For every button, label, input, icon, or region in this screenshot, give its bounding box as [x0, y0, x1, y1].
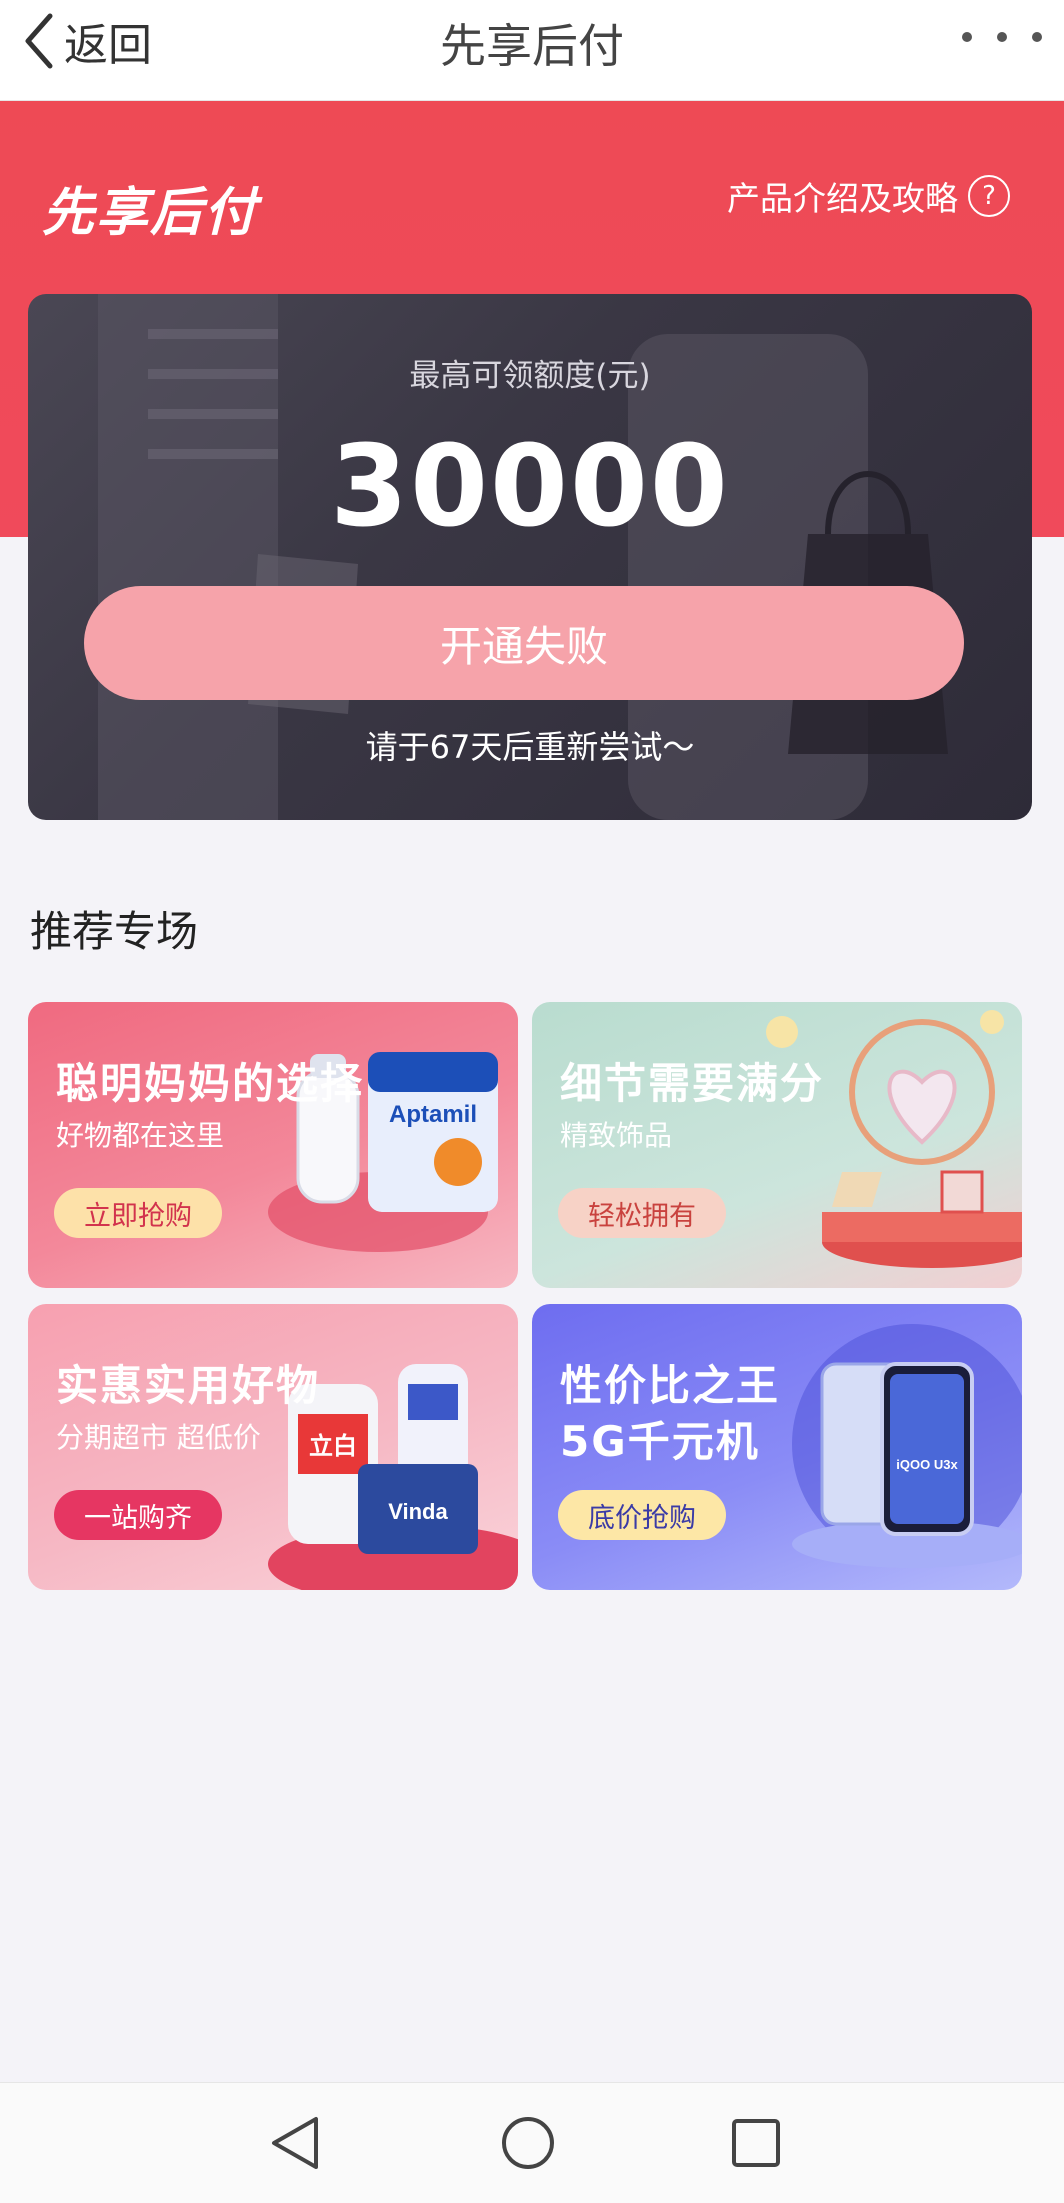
promo-title: 细节需要满分: [560, 1059, 825, 1108]
credit-limit-amount: 30000: [330, 422, 730, 552]
svg-text:Vinda: Vinda: [388, 1499, 448, 1524]
promo-card-jewelry[interactable]: 细节需要满分 精致饰品 轻松拥有: [532, 1002, 1022, 1288]
section-title: 推荐专场: [30, 907, 199, 956]
home-circle-icon[interactable]: [498, 2113, 558, 2173]
promo-title-line2: 5G千元机: [560, 1417, 760, 1466]
question-circle-icon: ?: [968, 175, 1010, 217]
product-guide-link[interactable]: 产品介绍及攻略 ?: [727, 172, 1010, 220]
smartphone-illustration: iQOO U3x: [792, 1324, 1022, 1568]
top-app-bar: 返回 先享后付: [0, 0, 1064, 101]
recents-square-icon[interactable]: [726, 2113, 786, 2173]
promo-buy-button[interactable]: 底价抢购: [558, 1490, 726, 1540]
svg-text:立白: 立白: [309, 1432, 357, 1460]
promo-buy-button[interactable]: 一站购齐: [54, 1490, 222, 1540]
household-goods-illustration: 立白 Vinda: [268, 1364, 518, 1590]
promo-title: 聪明妈妈的选择: [56, 1059, 365, 1108]
guide-link-label: 产品介绍及攻略: [727, 179, 958, 218]
more-dots-icon: [962, 32, 972, 42]
promo-card-5g-phone[interactable]: iQOO U3x 性价比之王 5G千元机 底价抢购: [532, 1304, 1022, 1590]
system-navigation-bar: [0, 2082, 1064, 2203]
svg-text:Aptamil: Aptamil: [389, 1101, 477, 1128]
promo-subtitle: 好物都在这里: [56, 1119, 225, 1152]
milk-powder-illustration: Aptamil: [268, 1052, 498, 1252]
back-triangle-icon[interactable]: [266, 2113, 326, 2173]
promo-card-supermarket[interactable]: 立白 Vinda 实惠实用好物 分期超市 超低价 一站购齐: [28, 1304, 518, 1590]
more-dot: [1032, 32, 1042, 42]
promo-buy-button[interactable]: 立即抢购: [54, 1188, 222, 1238]
more-options-button[interactable]: [962, 22, 1042, 52]
promo-title: 实惠实用好物: [56, 1361, 321, 1410]
promo-subtitle: 分期超市 超低价: [56, 1421, 261, 1454]
brand-logo: 先享后付: [42, 183, 259, 243]
credit-limit-label: 最高可领额度(元): [409, 358, 651, 394]
promo-subtitle: 精致饰品: [560, 1119, 673, 1152]
retry-hint: 请于67天后重新尝试～: [365, 728, 695, 766]
jewelry-illustration: [766, 1010, 1022, 1268]
credit-limit-card: 最高可领额度(元) 30000 开通失败 请于67天后重新尝试～: [28, 294, 1032, 820]
svg-text:iQOO U3x: iQOO U3x: [896, 1457, 958, 1472]
promo-title: 性价比之王: [560, 1361, 781, 1410]
promo-card-mom[interactable]: Aptamil 聪明妈妈的选择 好物都在这里 立即抢购: [28, 1002, 518, 1288]
promo-buy-button[interactable]: 轻松拥有: [558, 1188, 726, 1238]
more-dot: [997, 32, 1007, 42]
activation-status-button[interactable]: 开通失败: [84, 586, 964, 700]
page-title: 先享后付: [440, 19, 624, 73]
